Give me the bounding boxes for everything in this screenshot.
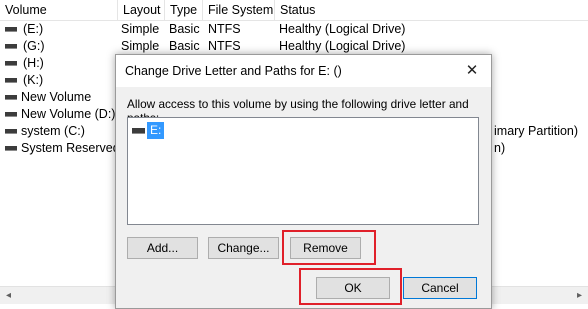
- disk-icon: [5, 78, 17, 83]
- volume-file-system: NTFS: [208, 39, 241, 53]
- volume-name: (G:): [23, 39, 45, 53]
- list-header: Volume Layout Type File System Status: [0, 0, 588, 21]
- scroll-left-arrow-icon[interactable]: ◂: [0, 287, 17, 304]
- disk-icon: [5, 129, 17, 134]
- volume-name: (H:): [23, 56, 44, 70]
- volume-layout: Simple: [121, 39, 160, 53]
- volume-name: System Reserved: [21, 141, 120, 155]
- volume-layout: Simple: [121, 22, 160, 36]
- disk-icon: [5, 61, 17, 66]
- column-header-file-system[interactable]: File System: [203, 0, 275, 20]
- paths-list[interactable]: E:: [127, 117, 479, 225]
- drive-icon: [132, 128, 145, 134]
- volume-file-system: NTFS: [208, 22, 241, 36]
- ok-highlight-box: [299, 268, 402, 305]
- column-header-layout[interactable]: Layout: [118, 0, 165, 20]
- scroll-right-arrow-icon[interactable]: ▸: [571, 287, 588, 304]
- volume-status: n): [494, 141, 506, 155]
- volume-status: Healthy (Logical Drive): [279, 39, 406, 53]
- dialog-title: Change Drive Letter and Paths for E: (): [125, 64, 342, 78]
- change-button[interactable]: Change...: [208, 237, 279, 259]
- close-icon[interactable]: ✕: [459, 59, 485, 83]
- volume-name: New Volume (D:): [21, 107, 116, 121]
- cancel-button[interactable]: Cancel: [403, 277, 477, 299]
- disk-icon: [5, 44, 17, 49]
- volume-name: (E:): [23, 22, 44, 36]
- change-drive-letter-dialog: Change Drive Letter and Paths for E: () …: [115, 54, 492, 309]
- table-row[interactable]: (E:) Simple Basic NTFS Healthy (Logical …: [0, 21, 588, 38]
- path-label: E:: [147, 122, 165, 139]
- disk-icon: [5, 95, 17, 100]
- column-header-volume[interactable]: Volume: [0, 0, 118, 20]
- disk-icon: [5, 146, 17, 151]
- disk-icon: [5, 27, 17, 32]
- volume-status: imary Partition): [494, 124, 579, 138]
- column-header-type[interactable]: Type: [165, 0, 203, 20]
- volume-name: (K:): [23, 73, 44, 87]
- volume-status: Healthy (Logical Drive): [279, 22, 406, 36]
- remove-highlight-box: [282, 230, 376, 265]
- column-header-status[interactable]: Status: [275, 0, 588, 20]
- volume-type: Basic: [169, 39, 200, 53]
- volume-type: Basic: [169, 22, 200, 36]
- volume-name: New Volume: [21, 90, 92, 104]
- add-button[interactable]: Add...: [127, 237, 198, 259]
- table-row[interactable]: (G:) Simple Basic NTFS Healthy (Logical …: [0, 38, 588, 55]
- dialog-title-bar[interactable]: Change Drive Letter and Paths for E: () …: [116, 55, 491, 87]
- volume-name: system (C:): [21, 124, 85, 138]
- disk-icon: [5, 112, 17, 117]
